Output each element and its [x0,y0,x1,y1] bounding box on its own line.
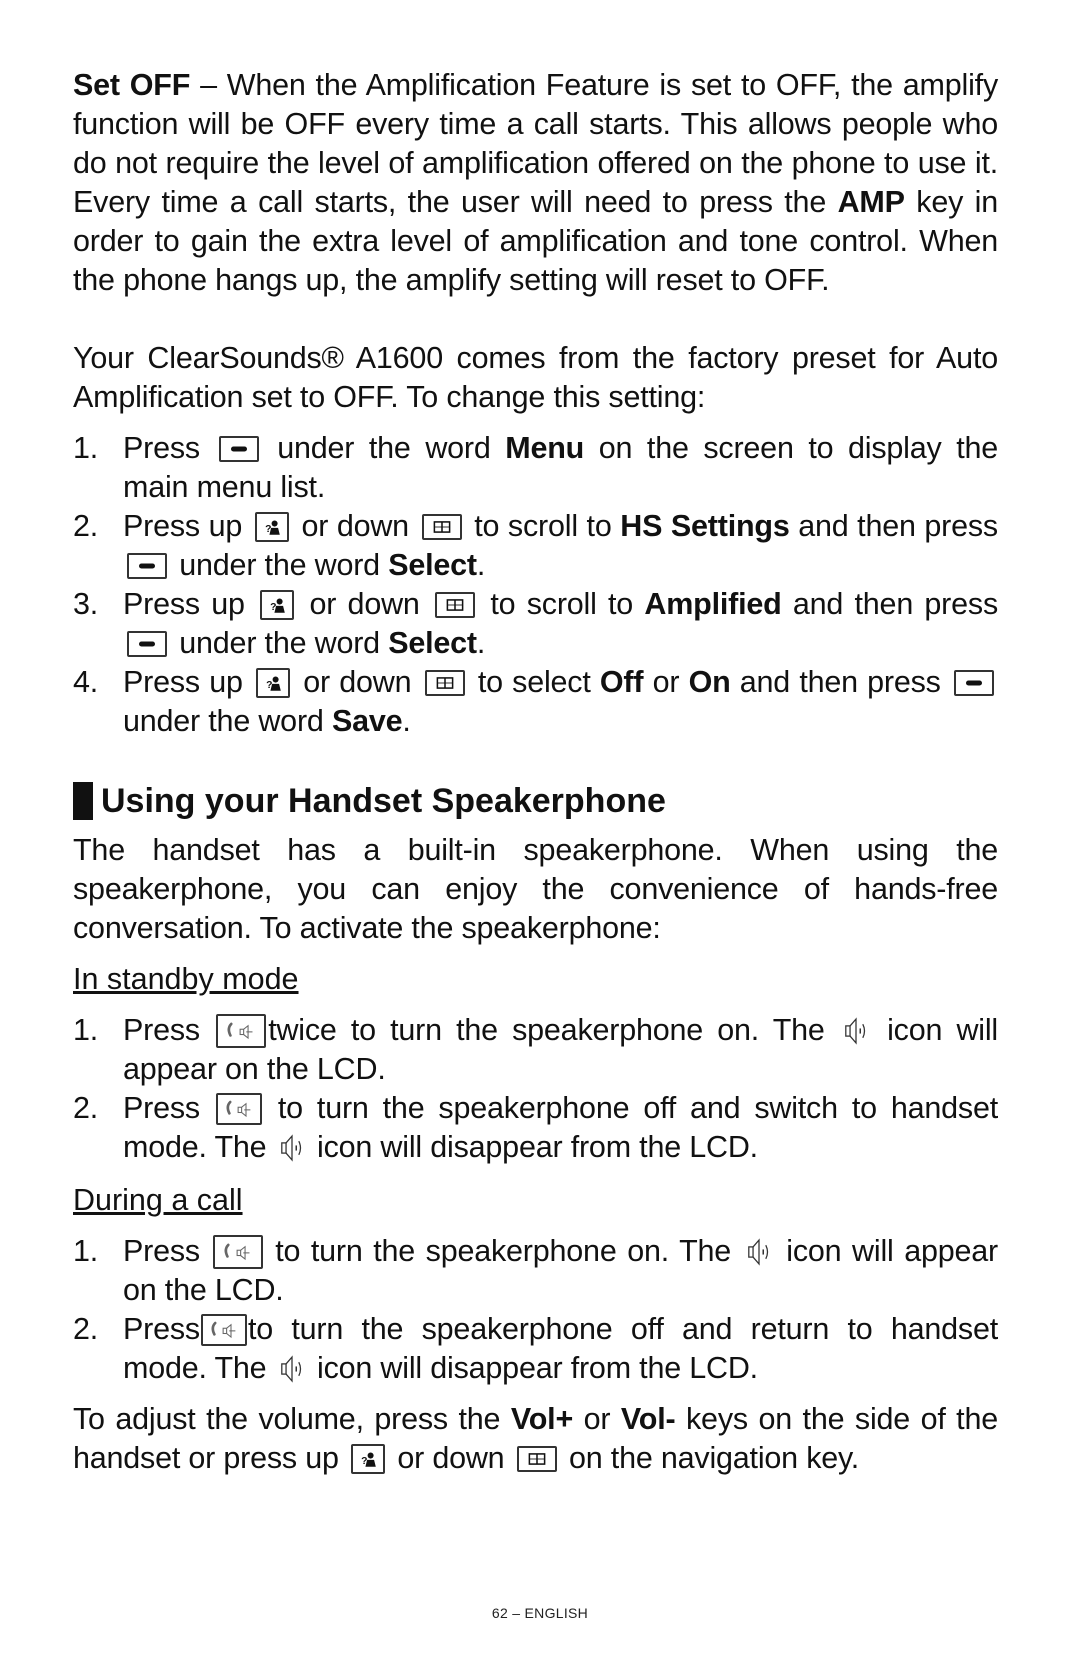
up-key-caller-id-icon: ? [351,1444,386,1474]
speakerphone-key-icon [200,1314,247,1346]
up-key-caller-id-icon: ? [260,590,295,620]
standby-subheading: In standby mode [73,962,299,996]
speakerphone-intro: The handset has a built-in speakerphone.… [73,833,998,945]
list-item: 4. Press up ? or down to select Off or On… [73,663,998,741]
speakerphone-key-icon [216,1014,267,1048]
down-key-phonebook-icon [424,670,465,696]
speaker-lcd-icon [277,1352,307,1386]
list-item: 1. Press under the word Menu on the scree… [73,431,998,504]
soft-key-minus-icon [127,631,167,657]
speakerphone-key-icon [212,1235,263,1269]
up-key-caller-id-icon: ? [254,512,289,542]
standby-steps: 1. Press twice to turn the speakerphone o… [73,1011,998,1167]
soft-key-minus-icon [218,436,259,462]
volume-paragraph: To adjust the volume, press the Vol+ or … [73,1402,998,1475]
speaker-lcd-icon [744,1235,774,1269]
vol-plus-label: Vol+ [510,1402,574,1436]
up-key-caller-id-icon: ? [256,668,290,698]
heading-bar-icon [73,782,93,820]
amp-key-label: AMP [837,185,905,219]
list-item: 1. Press twice to turn the speakerphone o… [73,1013,999,1086]
soft-key-minus-icon [127,553,167,579]
during-call-steps: 1. Press to turn the speakerphone on. The… [73,1232,998,1388]
down-key-phonebook-icon [421,514,462,540]
amplification-steps: 1. Press under the word Menu on the scree… [73,429,998,741]
speaker-lcd-icon [277,1131,307,1165]
down-key-phonebook-icon [516,1446,557,1472]
preset-paragraph: Your ClearSounds® A1600 comes from the f… [73,341,998,414]
list-item: 3. Press up ? or down to scroll to Amplif… [73,587,998,660]
speaker-lcd-icon [841,1014,871,1048]
list-item: 1. Press to turn the speakerphone on. The… [73,1234,998,1307]
set-off-label: Set OFF [73,68,191,102]
down-key-phonebook-icon [435,592,476,618]
during-call-subheading: During a call [73,1183,243,1217]
list-item: 2. Press to turn the speakerphone off and … [73,1312,998,1386]
soft-key-minus-icon [953,670,994,696]
vol-minus-label: Vol- [620,1402,676,1436]
list-item: 2. Press up ? or down to scroll to HS Set… [73,509,998,582]
manual-page: Set OFF – When the Amplification Feature… [73,66,998,1478]
list-item: 2. Press to turn the speakerphone off and… [73,1091,998,1165]
speakerphone-key-icon [215,1093,262,1125]
page-footer: 62 – ENGLISH [491,1605,589,1621]
section-heading: Using your Handset Speakerphone [73,779,998,823]
set-off-paragraph: Set OFF – When the Amplification Feature… [73,68,998,297]
